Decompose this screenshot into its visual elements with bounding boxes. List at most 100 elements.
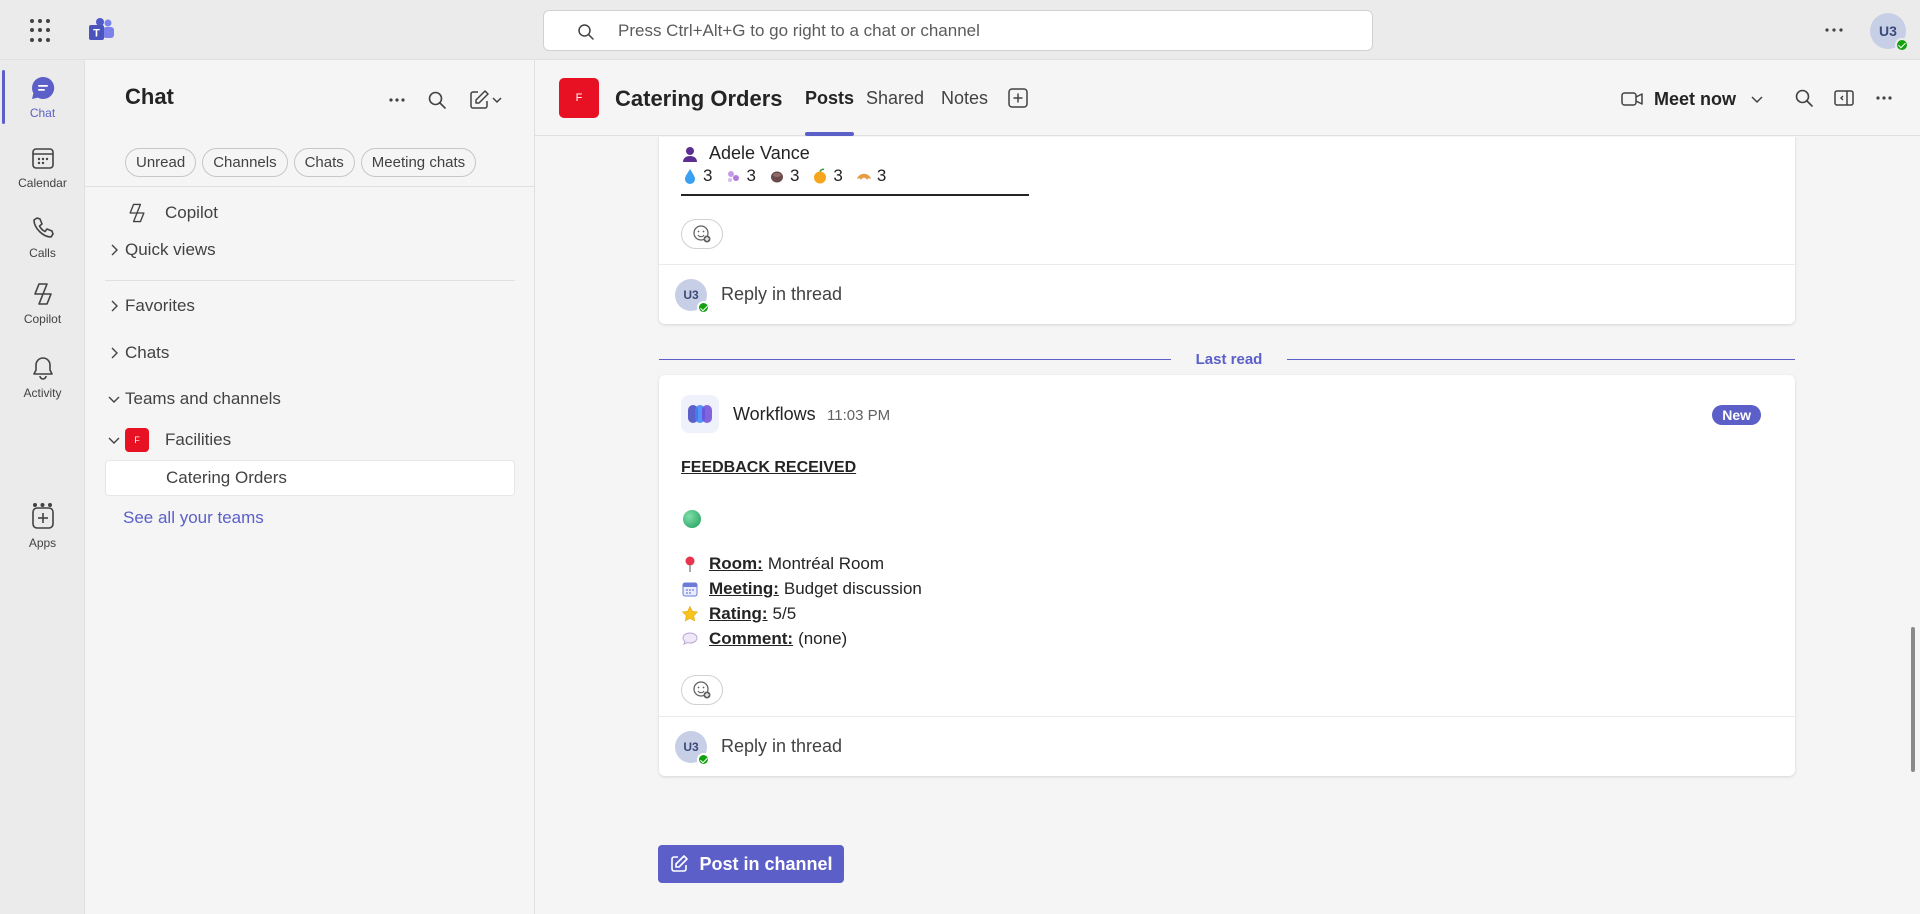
field-key: Comment: (709, 629, 794, 648)
rail-item-copilot[interactable]: Copilot (0, 272, 85, 334)
post-in-channel-button[interactable]: Post in channel (658, 845, 844, 883)
channel-header: F Catering Orders Posts Shared Notes Mee… (535, 60, 1920, 136)
channel-catering-orders[interactable]: Catering Orders (105, 460, 515, 496)
user-initials: U3 (1879, 23, 1897, 39)
last-read-label: Last read (1195, 351, 1263, 368)
channel-search-button[interactable] (1790, 84, 1818, 112)
message-timestamp: 11:03 PM (827, 407, 891, 424)
field-rating: Rating: 5/5 (681, 604, 796, 624)
reaction-summary: 3 3 3 3 3 (681, 166, 894, 186)
search-icon (428, 91, 446, 109)
field-key: Room: (709, 554, 763, 573)
mentioned-person: Adele Vance (681, 143, 810, 164)
tab-posts[interactable]: Posts (805, 88, 855, 136)
calendar-icon (682, 582, 698, 597)
person-icon (683, 146, 697, 162)
message-list[interactable]: Adele Vance 3 3 3 3 3 U3 Reply in thread (535, 137, 1920, 914)
rail-item-chat[interactable]: Chat (0, 66, 85, 128)
channel-more-button[interactable] (1870, 84, 1898, 112)
global-search-input[interactable] (618, 19, 1318, 43)
chevron-right-icon (111, 300, 118, 312)
user-avatar[interactable]: U3 (1870, 13, 1909, 52)
workflows-logo-icon (681, 395, 719, 433)
scrollbar-thumb[interactable] (1911, 627, 1915, 772)
user-avatar: U3 (675, 730, 710, 766)
add-reaction-button[interactable] (681, 675, 723, 705)
field-value: Montréal Room (767, 554, 885, 573)
new-chat-button[interactable] (461, 84, 511, 116)
teams-and-channels-row[interactable]: Teams and channels (105, 383, 515, 415)
post-in-channel-label: Post in channel (699, 853, 833, 874)
reaction-count: 3 (746, 166, 756, 185)
field-key: Rating: (709, 604, 768, 623)
copilot-icon (129, 203, 145, 223)
divider (85, 186, 535, 187)
more-horizontal-icon (389, 98, 405, 102)
new-badge: New (1712, 405, 1761, 425)
reply-in-thread[interactable]: U3 Reply in thread (659, 716, 1795, 776)
user-initials: U3 (683, 739, 699, 754)
rail-label: Calls (29, 246, 56, 260)
add-tab-icon[interactable] (1007, 87, 1029, 109)
team-facilities-row[interactable]: F Facilities (105, 424, 515, 456)
coffee-bean-icon (770, 171, 783, 183)
chevron-down-icon[interactable] (1748, 90, 1766, 108)
reaction-count: 3 (833, 166, 843, 185)
reaction-count: 3 (789, 166, 800, 185)
teams-and-channels-label: Teams and channels (125, 389, 281, 408)
favorites-label: Favorites (125, 296, 195, 315)
see-all-teams-link[interactable]: See all your teams (105, 502, 515, 534)
apps-plus-icon (31, 507, 54, 529)
pane-title: Chat (125, 84, 174, 109)
last-read-divider: Last read (659, 348, 1795, 372)
filter-chats[interactable]: Chats (293, 148, 355, 177)
search-icon (578, 24, 594, 40)
sender-name[interactable]: Workflows (733, 404, 816, 425)
chevron-right-icon (111, 347, 118, 359)
field-value: 5/5 (772, 604, 797, 623)
rail-item-activity[interactable]: Activity (0, 346, 85, 408)
team-name: Facilities (165, 430, 232, 449)
divider (105, 280, 515, 281)
quick-views-row[interactable]: Quick views (105, 234, 515, 266)
chat-icon (31, 76, 54, 99)
rail-label: Calendar (18, 176, 67, 190)
chevron-down-icon (492, 97, 502, 104)
filter-meeting-chats[interactable]: Meeting chats (360, 148, 477, 177)
bell-icon (32, 357, 53, 380)
compose-icon (470, 90, 489, 109)
pin-icon (685, 556, 695, 572)
tab-notes[interactable]: Notes (941, 88, 988, 109)
team-avatar: F (125, 428, 149, 452)
rail-label: Chat (29, 106, 56, 120)
chat-list-pane: Chat Unread Channels Chats Meeting chats… (85, 60, 535, 914)
filter-search-button[interactable] (421, 84, 453, 116)
filter-chips: Unread Channels Chats Meeting chats (125, 148, 477, 177)
copilot-label: Copilot (165, 203, 218, 222)
settings-more-icon[interactable] (1820, 16, 1848, 44)
rail-item-calendar[interactable]: Calendar (0, 136, 85, 198)
app-launcher-icon[interactable] (30, 19, 54, 43)
meet-now-button[interactable]: Meet now (1620, 84, 1766, 114)
droplet-icon (685, 169, 695, 184)
filter-channels[interactable]: Channels (202, 148, 288, 177)
reply-in-thread[interactable]: U3 Reply in thread (659, 264, 1795, 324)
presence-available-icon (1895, 38, 1909, 52)
more-options-button[interactable] (381, 84, 413, 116)
chats-row[interactable]: Chats (105, 337, 515, 369)
field-comment: Comment: (none) (681, 629, 847, 649)
channel-avatar: F (559, 78, 599, 118)
filter-unread[interactable]: Unread (125, 148, 197, 177)
copilot-row[interactable]: Copilot (105, 197, 515, 229)
svg-text:T: T (93, 28, 100, 40)
add-reaction-button[interactable] (681, 219, 723, 249)
favorites-row[interactable]: Favorites (105, 290, 515, 322)
tab-shared[interactable]: Shared (866, 88, 924, 109)
user-avatar: U3 (675, 278, 710, 314)
open-side-panel-button[interactable] (1830, 84, 1858, 112)
copilot-icon (33, 283, 52, 305)
more-horizontal-icon (1876, 96, 1892, 100)
rail-item-apps[interactable]: Apps (0, 496, 85, 558)
global-search-box[interactable] (543, 10, 1373, 51)
rail-item-calls[interactable]: Calls (0, 206, 85, 268)
